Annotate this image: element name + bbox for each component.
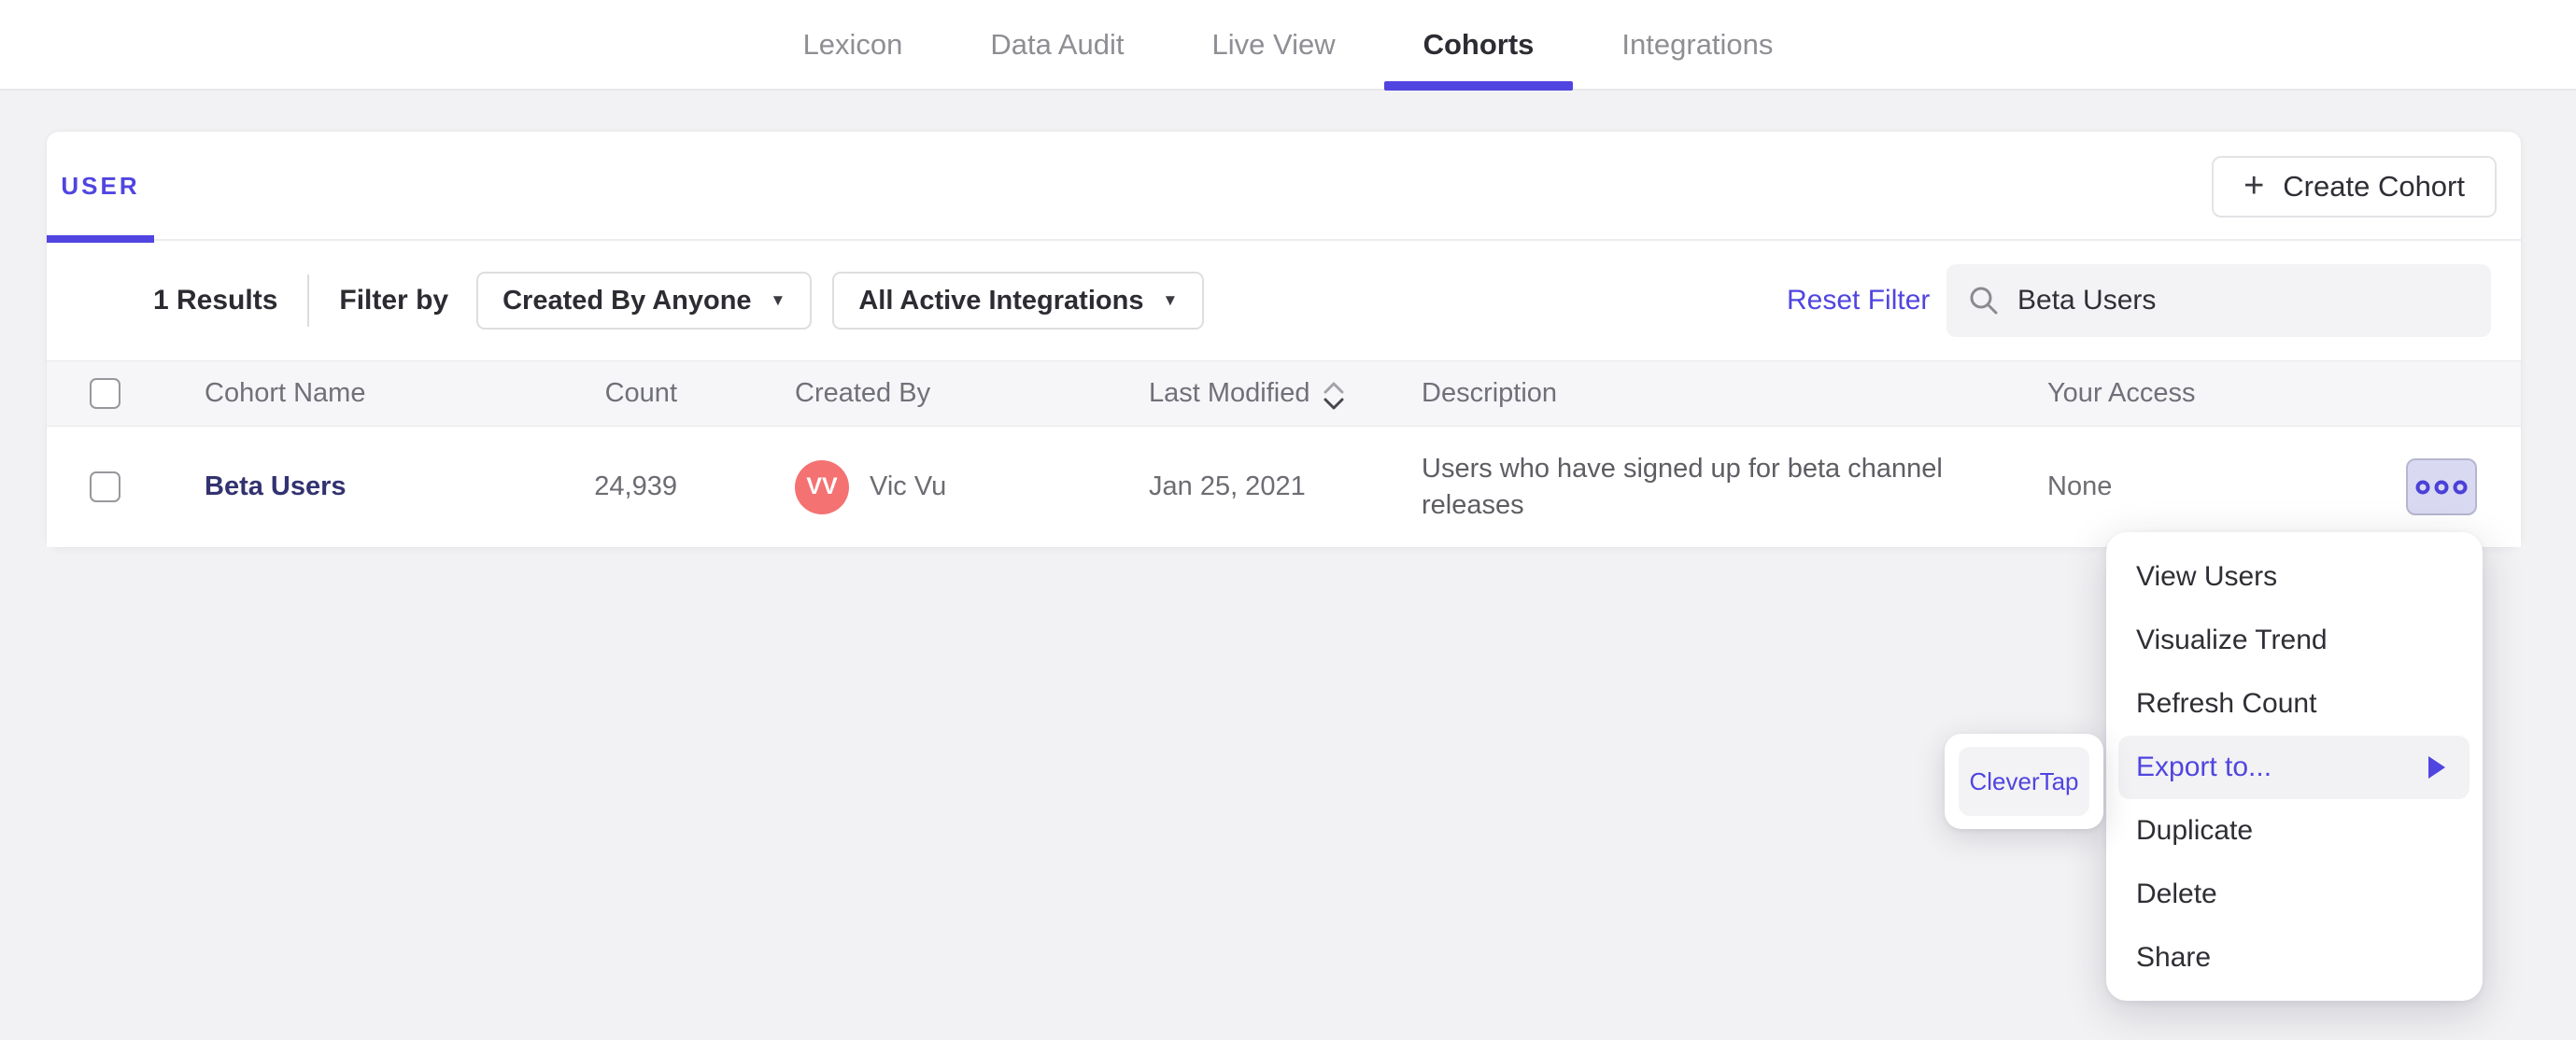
row-actions-menu: View Users Visualize Trend Refresh Count… xyxy=(2106,532,2483,1001)
column-header-cohort-name: Cohort Name xyxy=(205,378,366,408)
menu-item-view-users[interactable]: View Users xyxy=(2106,545,2483,609)
nav-tab-label: Live View xyxy=(1211,27,1336,61)
last-modified-date: Jan 25, 2021 xyxy=(1149,471,1306,501)
search-box xyxy=(1946,264,2491,337)
column-header-created-by: Created By xyxy=(795,378,931,408)
nav-tab-label: Integrations xyxy=(1621,27,1774,61)
top-navigation: Lexicon Data Audit Live View Cohorts Int… xyxy=(0,0,2576,91)
access-value: None xyxy=(2047,471,2113,501)
menu-item-duplicate[interactable]: Duplicate xyxy=(2106,799,2483,863)
created-by-dropdown-value: Created By Anyone xyxy=(502,285,752,316)
tab-user-label: USER xyxy=(61,172,140,200)
menu-item-refresh-count[interactable]: Refresh Count xyxy=(2106,672,2483,736)
active-tab-underline xyxy=(1383,81,1574,91)
integrations-dropdown[interactable]: All Active Integrations ▼ xyxy=(832,272,1205,330)
nav-tab-lexicon[interactable]: Lexicon xyxy=(764,0,942,89)
submenu-item-clevertap[interactable]: CleverTap xyxy=(1959,747,2089,816)
caret-down-icon: ▼ xyxy=(1162,291,1179,309)
nav-tab-live-view[interactable]: Live View xyxy=(1172,0,1374,89)
ellipsis-icon xyxy=(2415,480,2468,494)
search-icon xyxy=(1970,287,1998,315)
menu-item-visualize-trend[interactable]: Visualize Trend xyxy=(2106,609,2483,672)
integrations-dropdown-value: All Active Integrations xyxy=(858,285,1144,316)
nav-tab-label: Lexicon xyxy=(802,27,903,61)
filter-bar: 1 Results Filter by Created By Anyone ▼ … xyxy=(47,241,2521,360)
column-header-count: Count xyxy=(604,378,677,408)
avatar-initials: VV xyxy=(806,473,838,499)
avatar: VV xyxy=(795,459,849,514)
row-checkbox[interactable] xyxy=(90,471,120,502)
divider xyxy=(307,274,310,327)
panel-header: USER + Create Cohort xyxy=(47,132,2521,243)
column-header-description: Description xyxy=(1422,378,1558,408)
more-actions-button[interactable] xyxy=(2406,458,2477,515)
cohorts-page: Lexicon Data Audit Live View Cohorts Int… xyxy=(0,0,2576,1040)
reset-filter-link[interactable]: Reset Filter xyxy=(1787,241,1930,360)
created-by-dropdown[interactable]: Created By Anyone ▼ xyxy=(476,272,813,330)
create-cohort-label: Create Cohort xyxy=(2283,170,2465,203)
nav-tab-integrations[interactable]: Integrations xyxy=(1582,0,1812,89)
cohort-count: 24,939 xyxy=(594,471,677,501)
filter-by-label: Filter by xyxy=(339,285,449,316)
select-all-checkbox[interactable] xyxy=(90,378,120,409)
tab-user[interactable]: USER xyxy=(47,132,154,243)
search-input[interactable] xyxy=(2017,285,2470,316)
nav-tab-data-audit[interactable]: Data Audit xyxy=(951,0,1163,89)
caret-down-icon: ▼ xyxy=(770,291,786,309)
creator-name: Vic Vu xyxy=(870,471,947,501)
plus-icon: + xyxy=(2243,165,2265,205)
cohorts-panel: USER + Create Cohort 1 Results Filter by… xyxy=(46,131,2522,548)
sort-icon[interactable] xyxy=(1322,380,1346,412)
table-row: Beta Users 24,939 VV Vic Vu Jan 25, 2021… xyxy=(47,427,2521,547)
column-header-last-modified[interactable]: Last Modified xyxy=(1149,361,1346,426)
submenu-arrow-icon xyxy=(2428,756,2445,779)
column-header-label: Last Modified xyxy=(1149,378,1310,408)
export-submenu: CleverTap xyxy=(1945,734,2103,829)
menu-item-share[interactable]: Share xyxy=(2106,926,2483,990)
menu-item-export-to[interactable]: Export to... xyxy=(2118,736,2470,799)
results-count: 1 Results xyxy=(153,285,278,316)
nav-tab-label: Data Audit xyxy=(990,27,1125,61)
nav-tab-label: Cohorts xyxy=(1422,27,1535,61)
reset-filter-label: Reset Filter xyxy=(1787,285,1931,316)
menu-item-label: Export to... xyxy=(2136,752,2272,782)
table-header: Cohort Name Count Created By Last Modifi… xyxy=(47,360,2521,427)
nav-tab-cohorts[interactable]: Cohorts xyxy=(1383,0,1574,91)
cohort-name-link[interactable]: Beta Users xyxy=(205,471,347,502)
create-cohort-button[interactable]: + Create Cohort xyxy=(2212,156,2497,218)
menu-item-delete[interactable]: Delete xyxy=(2106,863,2483,926)
column-header-your-access: Your Access xyxy=(2047,378,2196,408)
cohort-description: Users who have signed up for beta channe… xyxy=(1422,453,1943,520)
